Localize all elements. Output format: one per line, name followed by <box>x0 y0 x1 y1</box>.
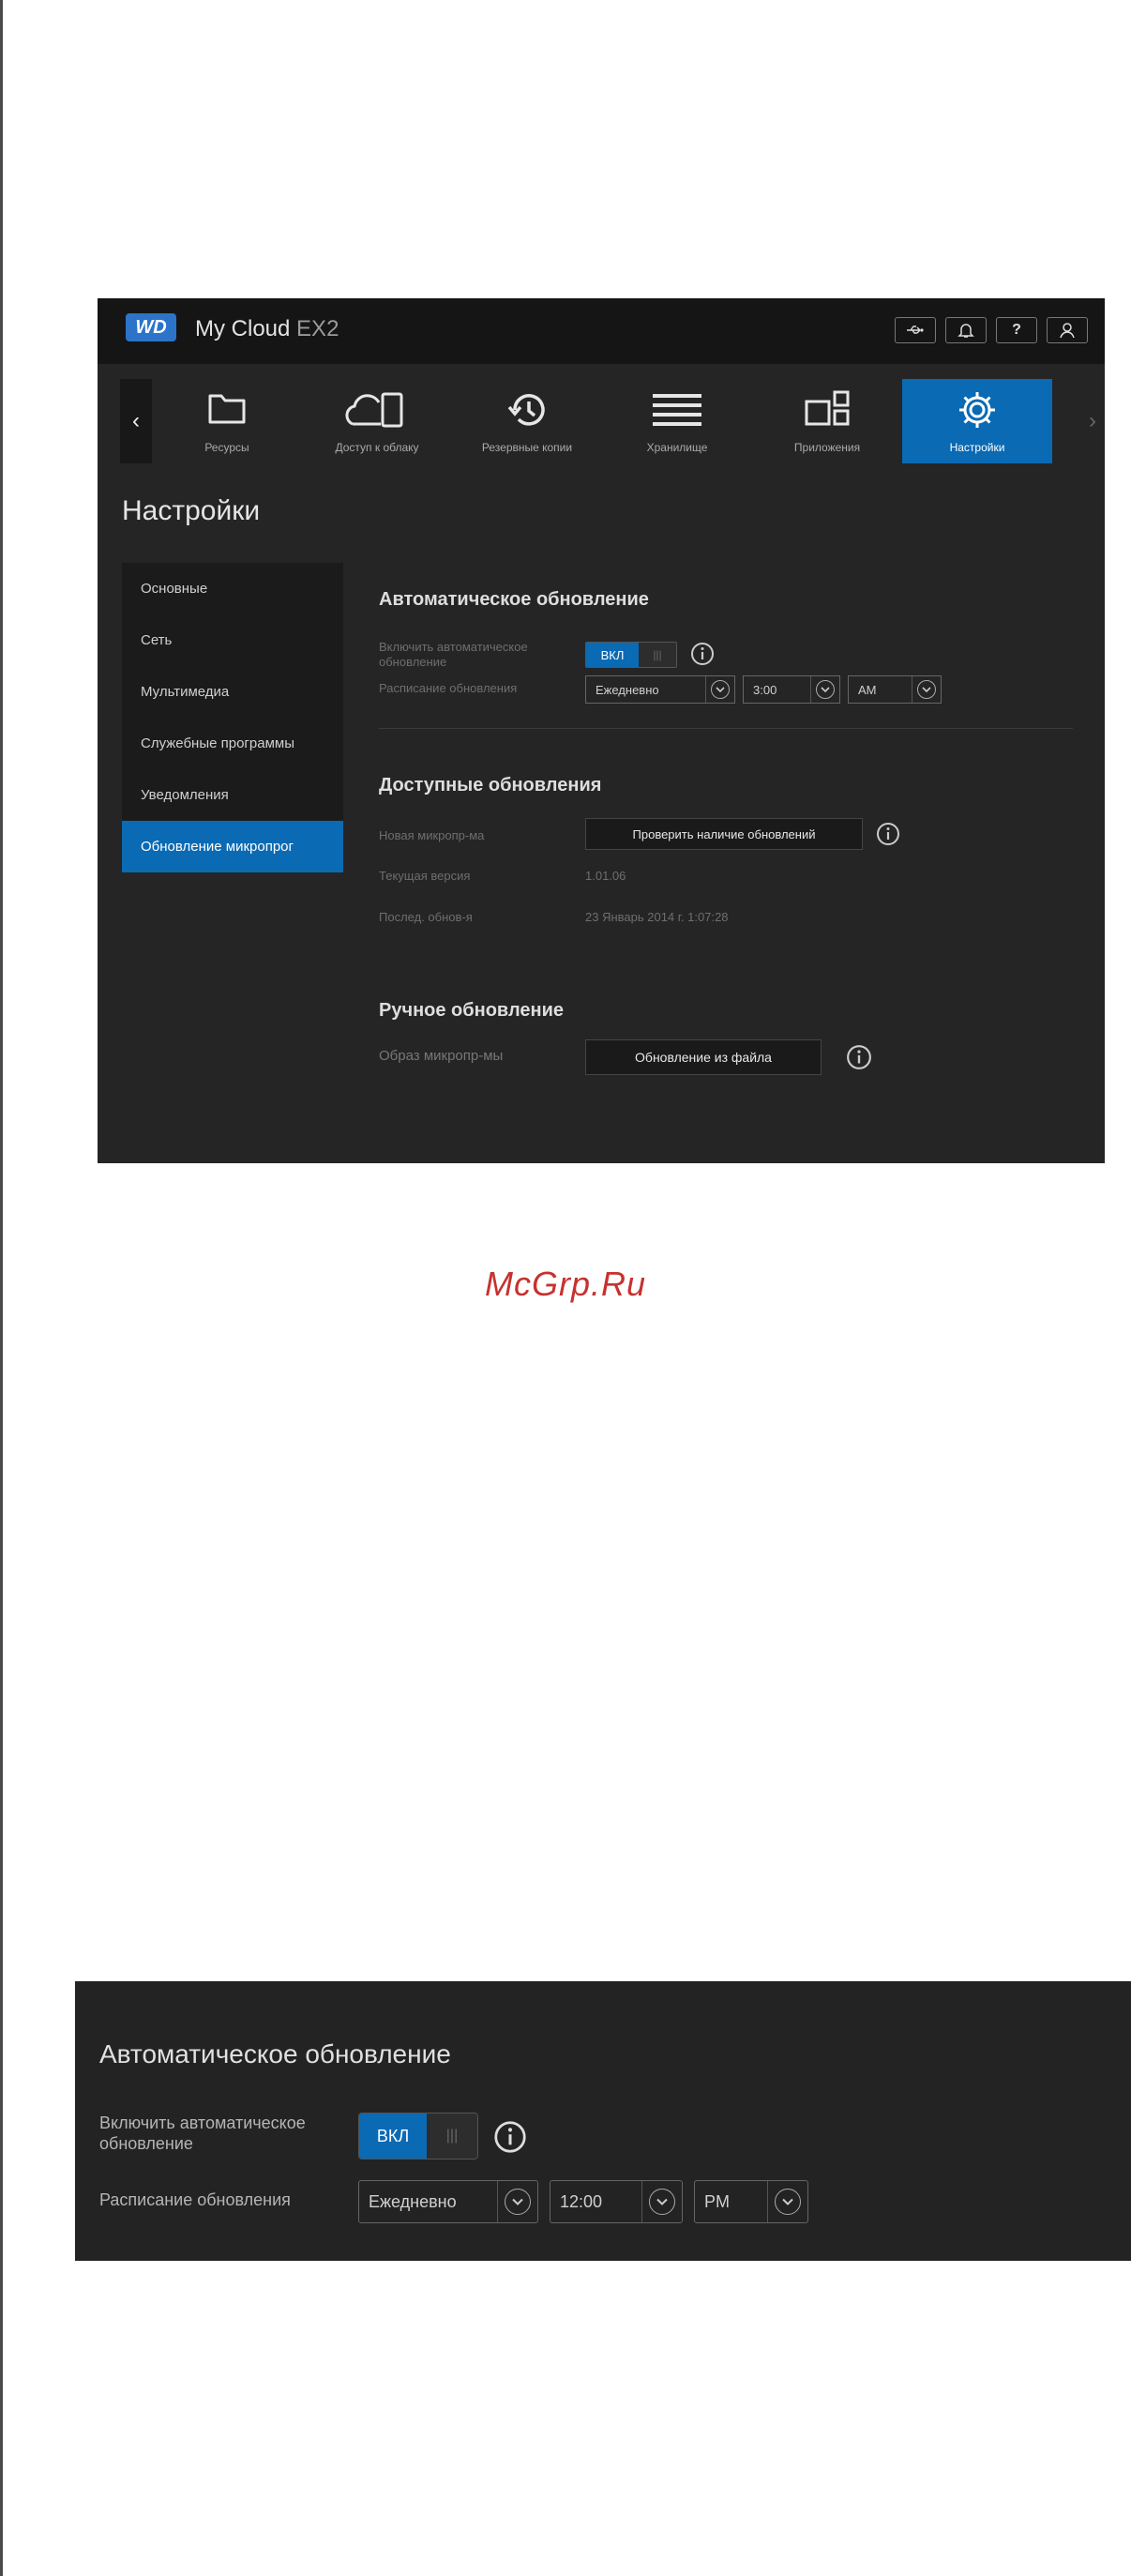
help-icon[interactable]: ? <box>996 317 1037 343</box>
info-icon[interactable] <box>846 1044 872 1070</box>
ampm-value: AM <box>858 682 877 697</box>
detail-time-select[interactable]: 12:00 <box>550 2180 683 2223</box>
detail-ampm-select[interactable]: PM <box>694 2180 808 2223</box>
nav-label: Хранилище <box>646 441 708 454</box>
last-update-label: Послед. обнов-я <box>379 910 473 924</box>
settings-sidebar: Основные Сеть Мультимедиа Служебные прог… <box>122 563 343 872</box>
current-version-label: Текущая версия <box>379 869 471 883</box>
chevron-down-icon <box>912 676 941 703</box>
time-value: 3:00 <box>753 682 777 697</box>
sidebar-item-notifications[interactable]: Уведомления <box>122 769 343 821</box>
detail-schedule-label: Расписание обновления <box>99 2190 291 2209</box>
top-icons: ? <box>895 317 1088 343</box>
history-icon <box>507 394 545 426</box>
nav-item-cloud-access[interactable]: Доступ к облаку <box>302 379 452 463</box>
chevron-down-icon <box>497 2181 537 2222</box>
sidebar-item-network[interactable]: Сеть <box>122 614 343 666</box>
toggle-off: ||| <box>639 643 676 667</box>
check-updates-button[interactable]: Проверить наличие обновлений <box>585 818 863 850</box>
nav-item-settings[interactable]: Настройки <box>902 379 1052 463</box>
nav-item-storage[interactable]: Хранилище <box>602 379 752 463</box>
app-title: My Cloud EX2 <box>195 315 339 343</box>
auto-update-title: Автоматическое обновление <box>379 589 649 610</box>
detail-auto-update-toggle[interactable]: ВКЛ ||| <box>358 2113 478 2159</box>
app-title-model: EX2 <box>296 316 339 341</box>
detail-title: Автоматическое обновление <box>99 2039 451 2068</box>
settings-screenshot: WD My Cloud EX2 ? ‹ Ресурсы Доступ к обл… <box>98 298 1105 1163</box>
last-update-value: 23 Январь 2014 г. 1:07:28 <box>585 910 729 924</box>
cloud-device-icon <box>345 392 403 428</box>
apps-icon <box>805 390 850 426</box>
toggle-on: ВКЛ <box>586 643 639 667</box>
section-divider <box>379 728 1073 729</box>
chevron-down-icon <box>810 676 839 703</box>
chevron-down-icon <box>705 676 734 703</box>
current-version-value: 1.01.06 <box>585 869 626 883</box>
ampm-value: PM <box>704 2191 730 2211</box>
main-nav: ‹ Ресурсы Доступ к облаку Резервные копи… <box>120 379 1105 463</box>
firmware-image-label: Образ микропр-мы <box>379 1048 504 1064</box>
info-icon[interactable] <box>876 822 900 846</box>
time-select[interactable]: 3:00 <box>743 675 840 704</box>
auto-update-toggle[interactable]: ВКЛ ||| <box>585 642 677 668</box>
sidebar-item-general[interactable]: Основные <box>122 563 343 614</box>
top-bar: WD My Cloud EX2 ? <box>98 298 1105 364</box>
nav-label: Резервные копии <box>481 441 573 454</box>
info-icon[interactable] <box>690 642 715 666</box>
usb-icon[interactable] <box>895 317 936 343</box>
available-updates-title: Доступные обновления <box>379 775 602 796</box>
new-firmware-label: Новая микропр-ма <box>379 828 485 842</box>
toggle-on: ВКЛ <box>359 2114 427 2159</box>
detail-enable-label: Включить автоматическое обновление <box>99 2114 306 2153</box>
nav-label: Настройки <box>949 441 1005 454</box>
nav-label: Приложения <box>793 441 861 454</box>
nav-item-resources[interactable]: Ресурсы <box>152 379 302 463</box>
nav-next-arrow[interactable]: › <box>1077 379 1105 463</box>
page-title: Настройки <box>122 495 261 526</box>
manual-update-title: Ручное обновление <box>379 1000 565 1021</box>
sidebar-item-media[interactable]: Мультимедиа <box>122 666 343 718</box>
chevron-down-icon <box>641 2181 682 2222</box>
nav-label: Доступ к облаку <box>335 441 419 454</box>
frequency-value: Ежедневно <box>369 2191 457 2211</box>
folder-icon <box>208 394 246 424</box>
sidebar-item-firmware-update[interactable]: Обновление микропрог <box>122 821 343 872</box>
chevron-down-icon <box>767 2181 807 2222</box>
user-icon[interactable] <box>1047 317 1088 343</box>
frequency-value: Ежедневно <box>596 682 659 697</box>
schedule-label: Расписание обновления <box>379 681 518 695</box>
storage-icon <box>653 394 701 426</box>
wd-logo: WD <box>126 313 176 341</box>
nav-item-apps[interactable]: Приложения <box>752 379 902 463</box>
nav-label: Ресурсы <box>204 441 249 454</box>
info-icon[interactable] <box>493 2120 527 2154</box>
watermark-text: McGrp.Ru <box>484 1265 647 1303</box>
sidebar-item-utilities[interactable]: Служебные программы <box>122 718 343 769</box>
nav-prev-arrow[interactable]: ‹ <box>120 379 152 463</box>
gear-icon <box>959 392 995 428</box>
ampm-select[interactable]: AM <box>848 675 942 704</box>
nav-item-backups[interactable]: Резервные копии <box>452 379 602 463</box>
auto-update-detail-screenshot: Автоматическое обновление Включить автом… <box>75 1981 1131 2261</box>
detail-frequency-select[interactable]: Ежедневно <box>358 2180 538 2223</box>
bell-icon[interactable] <box>945 317 987 343</box>
toggle-off: ||| <box>427 2114 477 2159</box>
time-value: 12:00 <box>560 2191 603 2211</box>
auto-update-enable-label: Включить автоматическое обновление <box>379 640 528 669</box>
update-from-file-button[interactable]: Обновление из файла <box>585 1039 822 1075</box>
frequency-select[interactable]: Ежедневно <box>585 675 735 704</box>
app-title-main: My Cloud <box>195 316 291 341</box>
